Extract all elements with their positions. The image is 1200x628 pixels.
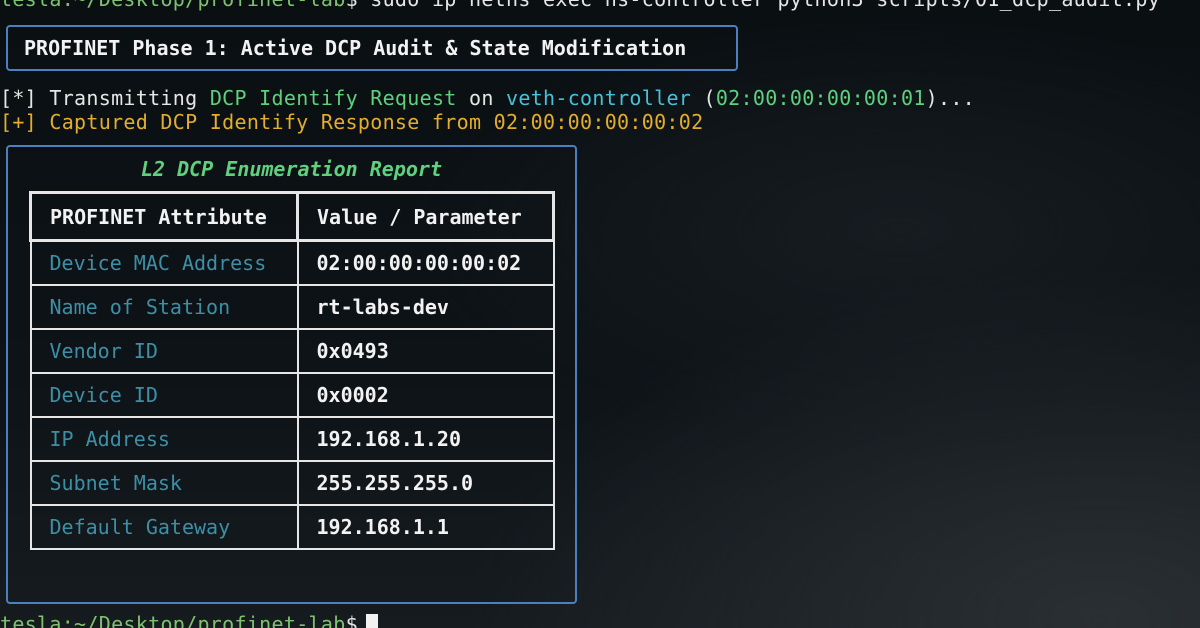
prompt-path: :~/Desktop/profinet-lab	[62, 0, 346, 11]
transmit-status-line: [*] Transmitting DCP Identify Request on…	[0, 86, 975, 110]
value-cell: 192.168.1.1	[296, 503, 555, 550]
transmit-close: )...	[925, 86, 976, 110]
table-header-row: PROFINET Attribute Value / Parameter	[29, 191, 555, 242]
transmit-request: DCP Identify Request	[209, 86, 457, 110]
transmit-mac: 02:00:00:00:00:01	[715, 86, 926, 110]
prompt-symbol: $	[346, 0, 358, 11]
command-line-bottom[interactable]: tesla:~/Desktop/profinet-lab$	[0, 612, 378, 628]
table-row: IP Address 192.168.1.20	[29, 415, 555, 462]
captured-status-line: [+] Captured DCP Identify Response from …	[0, 110, 704, 134]
table-row: Device MAC Address 02:00:00:00:00:02	[29, 239, 555, 286]
terminal-window[interactable]: tesla:~/Desktop/profinet-lab$ sudo ip ne…	[0, 0, 1200, 628]
table-row: Subnet Mask 255.255.255.0	[29, 459, 555, 506]
attribute-cell: Name of Station	[29, 283, 299, 330]
prompt-user: tesla	[0, 0, 62, 11]
attribute-cell: IP Address	[29, 415, 299, 462]
value-cell: 255.255.255.0	[296, 459, 555, 506]
prompt-path: :~/Desktop/profinet-lab	[61, 612, 346, 628]
command-line-top: tesla:~/Desktop/profinet-lab$ sudo ip ne…	[0, 0, 1160, 11]
report-title: L2 DCP Enumeration Report	[140, 157, 443, 181]
attribute-table: PROFINET Attribute Value / Parameter Dev…	[29, 191, 555, 550]
report-panel: L2 DCP Enumeration Report PROFINET Attri…	[6, 145, 577, 604]
header-value: Value / Parameter	[296, 191, 555, 242]
attribute-cell: Device MAC Address	[29, 239, 299, 286]
transmit-on: on	[456, 86, 507, 110]
table-row: Device ID 0x0002	[29, 371, 555, 418]
table-row: Vendor ID 0x0493	[29, 327, 555, 374]
attribute-cell: Subnet Mask	[29, 459, 299, 506]
transmit-open: (	[691, 86, 716, 110]
attribute-cell: Default Gateway	[29, 503, 299, 550]
value-cell: 02:00:00:00:00:02	[296, 239, 555, 286]
executed-command: sudo ip netns exec ns-controller python3…	[358, 0, 1160, 11]
header-attribute: PROFINET Attribute	[29, 191, 299, 242]
value-cell: 192.168.1.20	[296, 415, 555, 462]
table-row: Default Gateway 192.168.1.1	[29, 503, 555, 550]
cursor-block	[365, 614, 378, 628]
attribute-cell: Device ID	[29, 371, 299, 418]
prompt-user: tesla	[0, 612, 62, 628]
value-cell: 0x0002	[296, 371, 555, 418]
table-row: Name of Station rt-labs-dev	[29, 283, 555, 330]
value-cell: 0x0493	[296, 327, 555, 374]
value-cell: rt-labs-dev	[296, 283, 555, 330]
transmit-prefix: [*] Transmitting	[0, 86, 210, 110]
attribute-cell: Vendor ID	[29, 327, 299, 374]
prompt-symbol: $	[345, 612, 358, 628]
banner-title: PROFINET Phase 1: Active DCP Audit & Sta…	[24, 36, 687, 60]
transmit-interface: veth-controller	[506, 86, 692, 110]
banner-panel: PROFINET Phase 1: Active DCP Audit & Sta…	[6, 25, 738, 71]
